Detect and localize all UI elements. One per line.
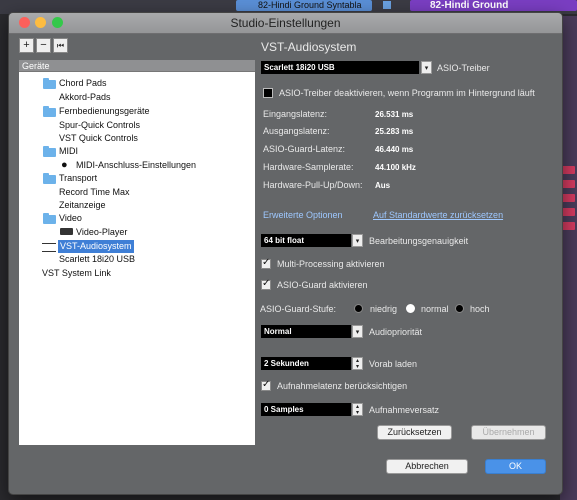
level-high-label: hoch	[470, 304, 490, 314]
processing-precision-label: Bearbeitungsgenauigkeit	[369, 236, 469, 246]
hardware-samplerate-value: 44.100 kHz	[375, 163, 416, 172]
record-offset-label: Aufnahmeversatz	[369, 405, 440, 415]
preload-stepper[interactable]: 2 Sekunden	[261, 357, 351, 370]
cancel-button[interactable]: Abbrechen	[386, 459, 468, 474]
window-title: Studio-Einstellungen	[230, 16, 341, 30]
level-normal-radio[interactable]	[406, 304, 415, 313]
background-track-tab-2: 82-Hindi Ground	[410, 0, 577, 11]
stepper-arrows-icon[interactable]: ▴ ▾	[352, 357, 363, 370]
video-camera-icon	[60, 228, 73, 235]
asio-guard-label: ASIO-Guard aktivieren	[277, 280, 368, 290]
audio-priority-select[interactable]: Normal	[261, 325, 351, 338]
folder-icon	[43, 213, 56, 224]
remove-device-button[interactable]: −	[36, 38, 51, 53]
input-latency-value: 26.531 ms	[375, 110, 414, 119]
record-latency-label: Aufnahmelatenz berücksichtigen	[277, 381, 408, 391]
input-latency-label: Eingangslatenz:	[263, 109, 328, 119]
midi-port-icon: ●	[61, 159, 68, 171]
multiprocessing-label: Multi-Processing aktivieren	[277, 259, 385, 269]
folder-icon	[43, 78, 56, 89]
background-marker-icon	[383, 1, 391, 9]
asio-guard-level-label: ASIO-Guard-Stufe:	[260, 304, 337, 314]
tree-folder-midi[interactable]: MIDI	[59, 145, 78, 158]
level-high-radio[interactable]	[455, 304, 464, 313]
tab-advanced-options[interactable]: Erweiterte Optionen	[263, 210, 343, 220]
tree-folder-transport[interactable]: Transport	[59, 172, 97, 185]
record-offset-stepper[interactable]: 0 Samples	[261, 403, 351, 416]
reset-button[interactable]: Zurücksetzen	[377, 425, 452, 440]
tree-folder-video[interactable]: Video	[59, 212, 82, 225]
apply-button[interactable]: Übernehmen	[471, 425, 546, 440]
tree-item-vst-system-link[interactable]: VST System Link	[42, 267, 111, 280]
folder-icon	[43, 146, 56, 157]
asio-driver-label: ASIO-Treiber	[437, 63, 490, 73]
deactivate-driver-label: ASIO-Treiber deaktivieren, wenn Programm…	[279, 88, 535, 98]
audio-priority-label: Audiopriorität	[369, 327, 423, 337]
asio-driver-select[interactable]: Scarlett 18i20 USB	[261, 61, 419, 74]
tree-item-track-quick-controls[interactable]: Spur-Quick Controls	[59, 119, 140, 132]
device-list-header: Geräte	[19, 60, 255, 72]
stepper-arrows-icon[interactable]: ▴ ▾	[352, 403, 363, 416]
tree-item-akkord-pads[interactable]: Akkord-Pads	[59, 91, 111, 104]
level-low-radio[interactable]	[354, 304, 363, 313]
tree-item-video-player[interactable]: Video-Player	[76, 226, 127, 239]
tree-item-scarlett-18i20[interactable]: Scarlett 18i20 USB	[59, 253, 135, 266]
device-toolbar: + − ⏮	[19, 38, 71, 53]
hardware-samplerate-label: Hardware-Samplerate:	[263, 162, 354, 172]
hardware-pullup-label: Hardware-Pull-Up/Down:	[263, 180, 363, 190]
background-track-tab: 82-Hindi Ground Syntabla	[236, 0, 372, 11]
multiprocessing-checkbox[interactable]	[261, 257, 271, 269]
tree-item-midi-port-setup[interactable]: MIDI-Anschluss-Einstellungen	[76, 159, 196, 172]
processing-precision-select[interactable]: 64 bit float	[261, 234, 351, 247]
tree-item-vst-quick-controls[interactable]: VST Quick Controls	[59, 132, 138, 145]
device-tree: Chord Pads Akkord-Pads Fernbedienungsger…	[19, 72, 255, 445]
tree-folder-chord-pads[interactable]: Chord Pads	[59, 77, 107, 90]
output-latency-label: Ausgangslatenz:	[263, 126, 330, 136]
asio-guard-latency-label: ASIO-Guard-Latenz:	[263, 144, 346, 154]
tree-folder-remote-devices[interactable]: Fernbedienungsgeräte	[59, 105, 150, 118]
studio-settings-dialog: Studio-Einstellungen + − ⏮ Geräte Chord …	[8, 12, 563, 495]
title-bar: Studio-Einstellungen	[9, 13, 562, 34]
tree-item-vst-audio-system[interactable]: VST-Audiosystem	[58, 240, 134, 253]
settings-title: VST-Audiosystem	[261, 40, 357, 54]
hardware-pullup-value: Aus	[375, 181, 391, 190]
deactivate-driver-checkbox[interactable]	[263, 88, 273, 98]
reset-device-button[interactable]: ⏮	[53, 38, 68, 53]
tree-item-record-time-max[interactable]: Record Time Max	[59, 186, 130, 199]
asio-guard-latency-value: 46.440 ms	[375, 145, 414, 154]
chevron-down-icon[interactable]: ▾	[421, 61, 432, 74]
level-low-label: niedrig	[370, 304, 398, 314]
add-device-button[interactable]: +	[19, 38, 34, 53]
folder-icon	[43, 173, 56, 184]
level-normal-label: normal	[421, 304, 449, 314]
output-latency-value: 25.283 ms	[375, 127, 414, 136]
ok-button[interactable]: OK	[485, 459, 546, 474]
tree-item-time-display[interactable]: Zeitanzeige	[59, 199, 106, 212]
restore-defaults-link[interactable]: Auf Standardwerte zurücksetzen	[373, 210, 503, 220]
audio-system-icon	[42, 243, 56, 252]
chevron-down-icon[interactable]: ▾	[352, 234, 363, 247]
asio-guard-checkbox[interactable]	[261, 278, 271, 290]
chevron-down-icon[interactable]: ▾	[352, 325, 363, 338]
folder-icon	[43, 106, 56, 117]
preload-label: Vorab laden	[369, 359, 418, 369]
record-latency-checkbox[interactable]	[261, 379, 271, 391]
